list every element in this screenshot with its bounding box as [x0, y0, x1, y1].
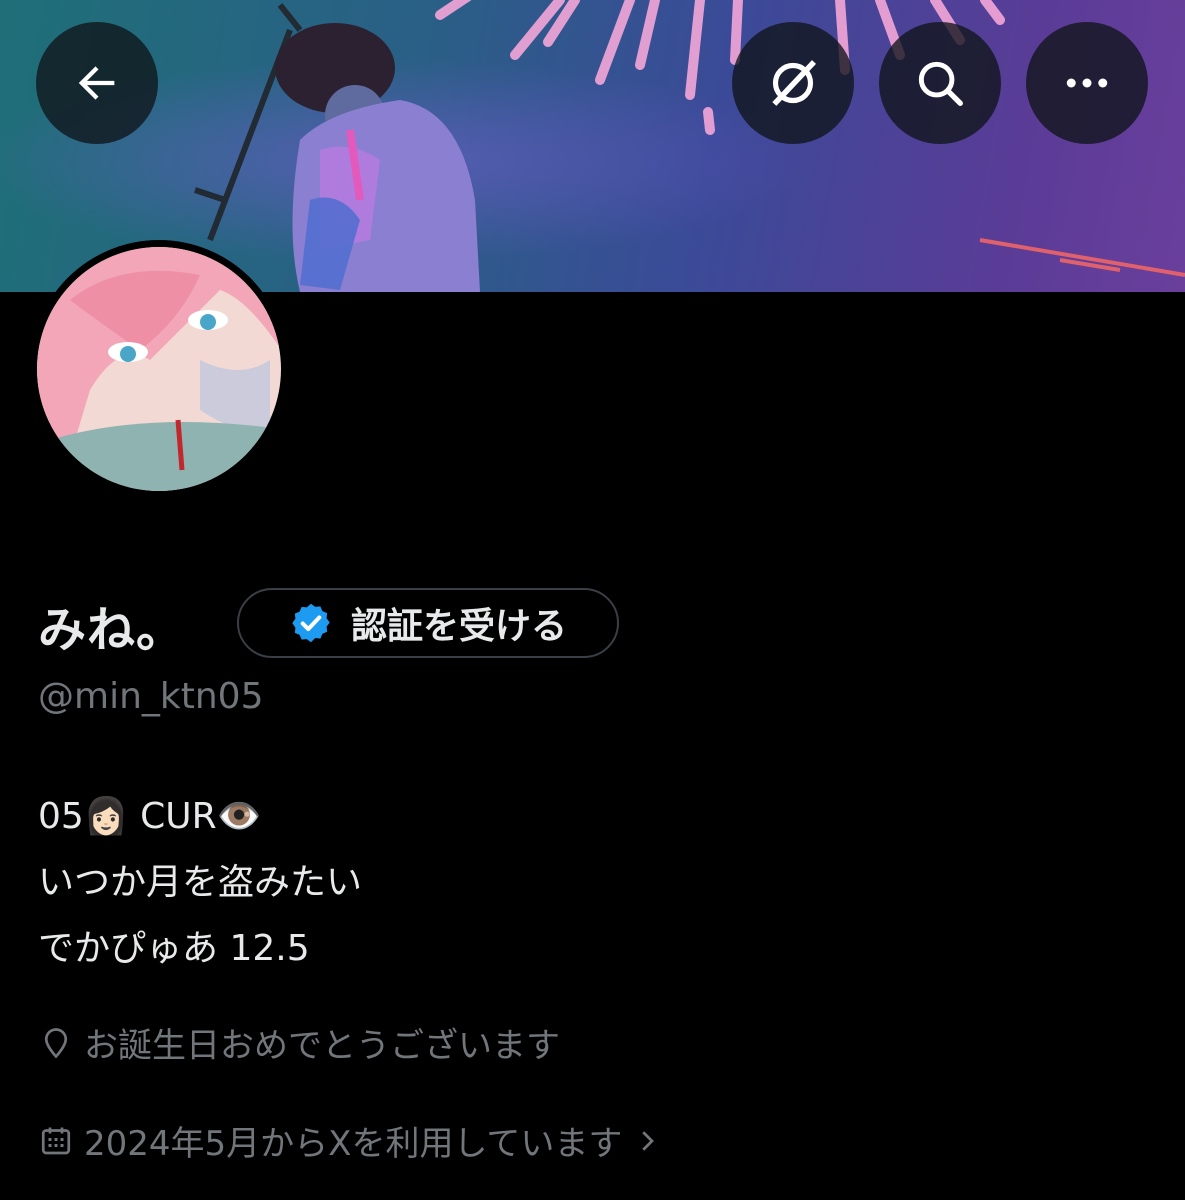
grok-button[interactable] — [732, 22, 854, 144]
bio-line: いつか月を盗みたい — [38, 862, 363, 903]
verified-badge-icon — [292, 603, 330, 643]
search-button[interactable] — [879, 22, 1001, 144]
avatar[interactable] — [30, 240, 288, 498]
back-button[interactable] — [36, 22, 158, 144]
search-icon — [918, 61, 963, 106]
chevron-right-icon — [642, 1130, 655, 1151]
name-row: みね。 認証を受ける — [38, 588, 619, 662]
arrow-left-icon — [78, 66, 115, 100]
more-button[interactable] — [1026, 22, 1148, 144]
profile-bio: 05👩🏻 CUR👁️ いつか月を盗みたい でかぴゅあ 12.5 — [38, 784, 362, 982]
grok-icon — [772, 60, 817, 106]
more-horizontal-icon — [1066, 78, 1108, 88]
get-verified-button[interactable]: 認証を受ける — [237, 588, 619, 658]
location-text: お誕生日おめでとうございます — [84, 1026, 560, 1066]
location-pin-icon — [44, 1027, 68, 1058]
user-handle: @min_ktn05 — [38, 676, 264, 717]
calendar-icon — [41, 1127, 71, 1154]
bio-line: 05👩🏻 CUR👁️ — [38, 796, 262, 837]
bio-line: でかぴゅあ 12.5 — [38, 928, 310, 969]
joined-text: 2024年5月からXを利用しています — [84, 1124, 623, 1164]
avatar-image — [37, 247, 281, 491]
profile-location: お誕生日おめでとうございます — [38, 1018, 560, 1067]
get-verified-label: 認証を受ける — [350, 606, 567, 647]
profile-joined-date[interactable]: 2024年5月からXを利用しています — [38, 1116, 662, 1165]
display-name: みね。 — [38, 602, 186, 658]
